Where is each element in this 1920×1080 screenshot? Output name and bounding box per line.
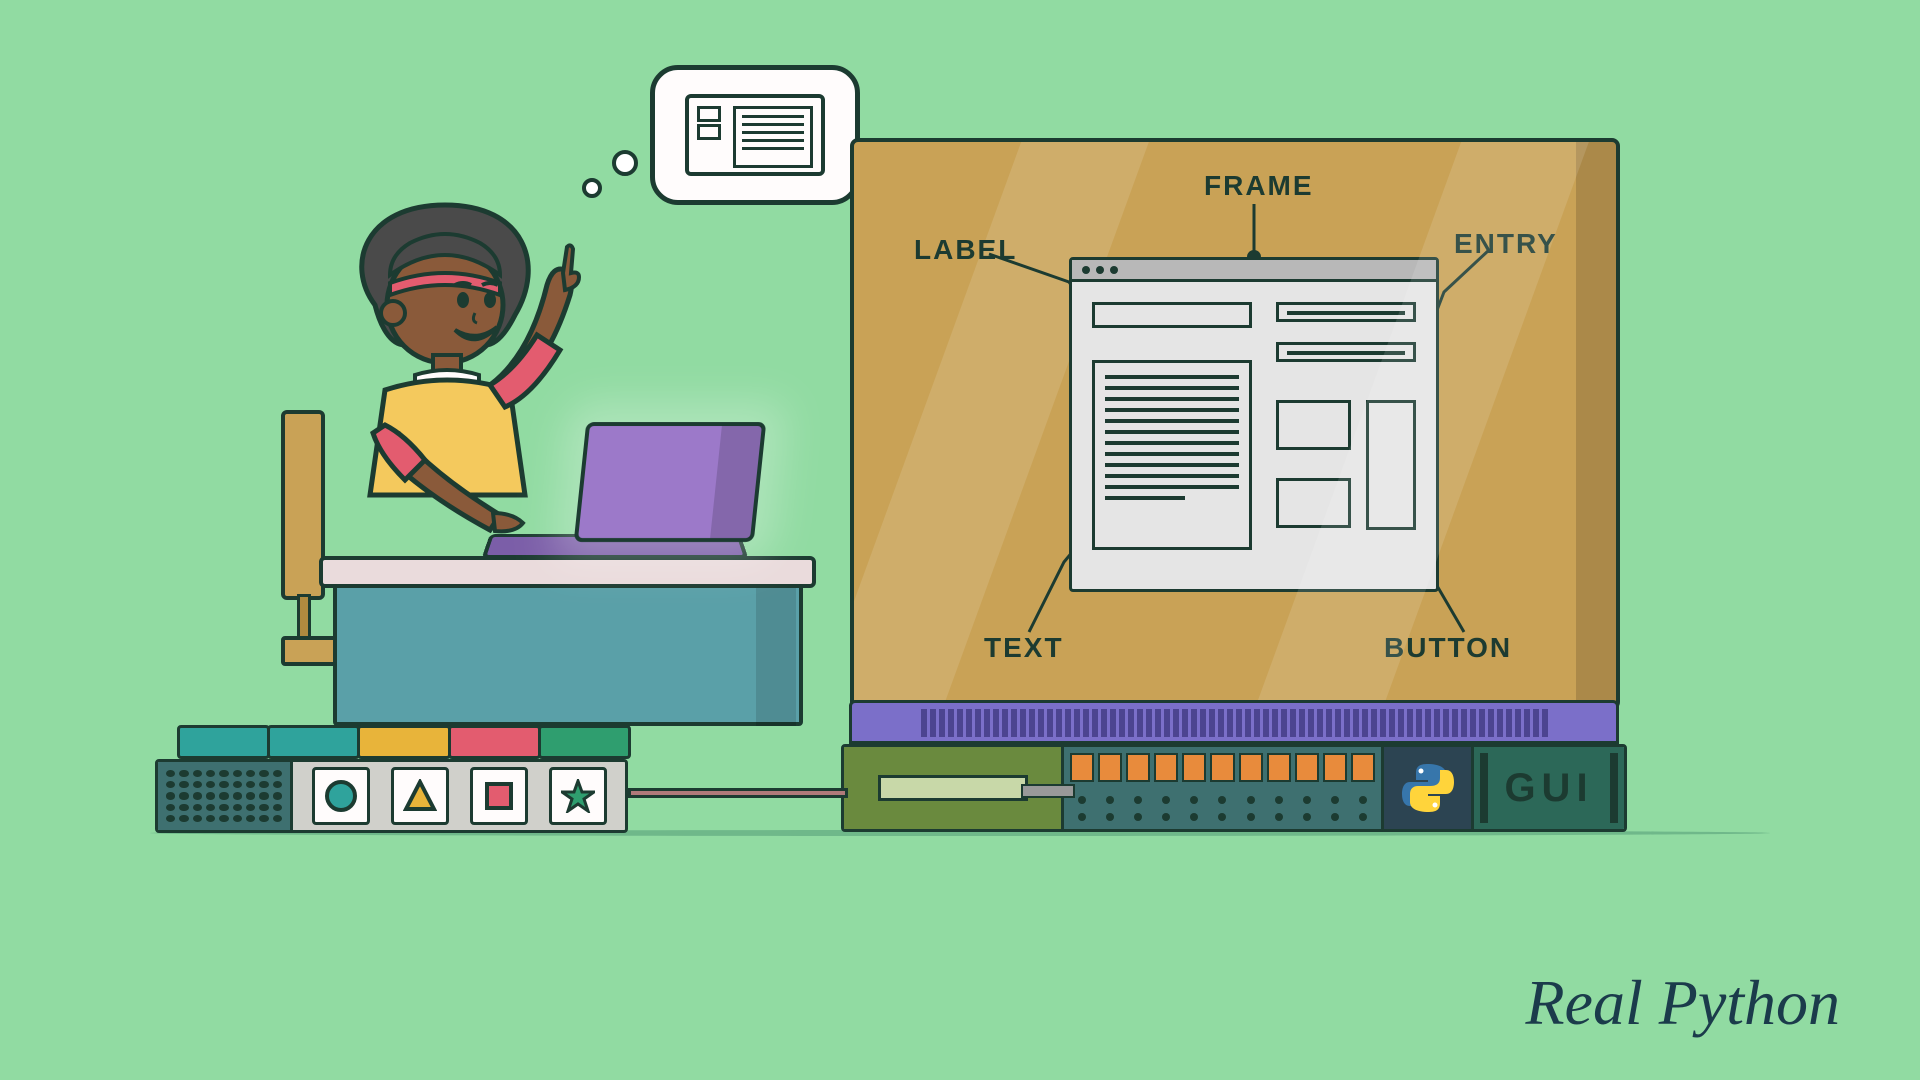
laptop: [490, 422, 770, 562]
callout-text: TEXT: [984, 632, 1064, 664]
gui-badge: GUI: [1474, 747, 1624, 829]
thought-bubble-dot: [582, 178, 602, 198]
widget-entry: [1276, 302, 1416, 322]
thought-window-icon: [685, 94, 825, 176]
thought-bubble: [650, 65, 860, 205]
callout-label: LABEL: [914, 234, 1017, 266]
illustration-stage: FRAME LABEL ENTRY TEXT BUTTON: [0, 0, 1920, 1080]
toolbox-right: GUI: [841, 700, 1627, 832]
desk: [319, 556, 816, 729]
switch-panel: [1064, 747, 1384, 829]
shape-buttons: [293, 762, 625, 830]
widget-label: [1092, 302, 1252, 328]
widget-button: [1366, 400, 1416, 530]
star-icon: [549, 767, 607, 825]
widget-button: [1276, 478, 1351, 528]
python-logo-icon: [1384, 747, 1474, 829]
gui-window-mock: [1069, 257, 1439, 592]
triangle-icon: [391, 767, 449, 825]
circle-icon: [312, 767, 370, 825]
square-icon: [470, 767, 528, 825]
gui-diagram-board: FRAME LABEL ENTRY TEXT BUTTON: [850, 138, 1620, 710]
watermark: Real Python: [1525, 966, 1840, 1040]
gui-text: GUI: [1504, 766, 1593, 811]
callout-entry: ENTRY: [1454, 228, 1558, 260]
widget-text: [1092, 360, 1252, 550]
widget-entry: [1276, 342, 1416, 362]
toolbox-left: [155, 725, 628, 833]
connector-rod: [628, 788, 848, 798]
callout-button: BUTTON: [1384, 632, 1512, 664]
callout-frame: FRAME: [1204, 170, 1314, 202]
thought-bubble-dot: [612, 150, 638, 176]
drive-bay-icon: [844, 747, 1064, 829]
speaker-grille-icon: [158, 762, 293, 830]
widget-button: [1276, 400, 1351, 450]
